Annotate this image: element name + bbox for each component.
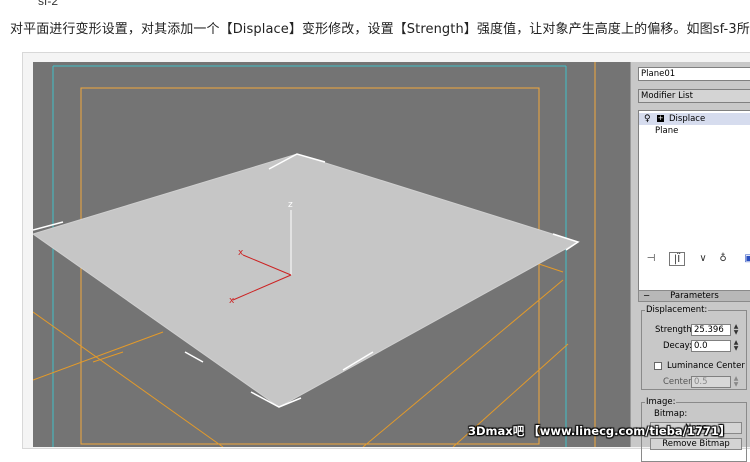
axis-x-marker: x [238,248,244,258]
group-label: Displacement: [645,305,709,315]
configure-modifier-sets-icon[interactable]: ▣ [741,252,750,266]
selection-bracket-edge [184,351,204,363]
pin-stack-icon[interactable]: ⊣ [643,252,659,266]
previous-figure-caption: sf-2 [38,0,59,8]
make-unique-icon[interactable]: ∨ [695,252,711,266]
watermark-text: 3Dmax吧 【www.linecg.com/tieba/1771】 [468,424,731,438]
remove-modifier-icon[interactable]: ♁ [715,252,731,266]
show-end-result-icon[interactable]: |Ï [669,252,685,266]
article-paragraph: 对平面进行变形设置，对其添加一个【Displace】变形修改，设置【Streng… [10,22,750,37]
rollout-title: Parameters [670,291,719,301]
stack-item-label: Plane [655,126,679,136]
bulb-icon[interactable]: ♀ [644,113,651,125]
perspective-viewport[interactable]: z x x [33,62,630,447]
decay-spinner[interactable]: ▲ ▼ [732,340,740,352]
center-label: Center: [663,377,695,387]
plane-object [33,153,580,408]
displacement-group: Displacement: Strength: 25.396 ▲ ▼ Decay:… [641,305,747,390]
stack-toolbar: ⊣ |Ï ∨ ♁ ▣ [635,252,750,268]
bitmap-label: Bitmap: [654,409,688,419]
luminance-center-label: Luminance Center [667,361,745,371]
parameters-rollout-header[interactable]: − Parameters [638,290,750,302]
object-name-field[interactable]: Plane01 [638,67,750,81]
remove-bitmap-button[interactable]: Remove Bitmap [650,438,742,450]
command-panel-modify: Plane01 Modifier List ♀ + Displace Plane… [630,62,750,462]
grid-edge [92,351,124,363]
viewport-canvas: z x x [33,62,596,447]
stack-item-label: Displace [669,114,706,124]
stack-item-plane[interactable]: Plane [639,125,750,137]
decay-label: Decay: [663,341,692,351]
decay-input[interactable]: 0.0 [691,340,731,352]
strength-input[interactable]: 25.396 [691,324,731,336]
strength-spinner[interactable]: ▲ ▼ [732,324,740,336]
axis-z-label: z [288,200,293,210]
strength-label: Strength: [655,325,695,335]
center-input[interactable]: 0.5 [691,376,731,388]
stack-item-displace[interactable]: ♀ + Displace [639,113,750,125]
luminance-center-checkbox[interactable] [654,362,662,370]
group-label: Image: [645,397,677,407]
expand-icon[interactable]: + [657,115,664,122]
modifier-list-dropdown[interactable]: Modifier List [638,89,750,103]
axis-y-marker: x [229,296,235,306]
collapse-icon: − [643,291,651,301]
center-spinner[interactable]: ▲ ▼ [732,376,740,388]
modifier-stack: ♀ + Displace Plane [638,110,750,300]
